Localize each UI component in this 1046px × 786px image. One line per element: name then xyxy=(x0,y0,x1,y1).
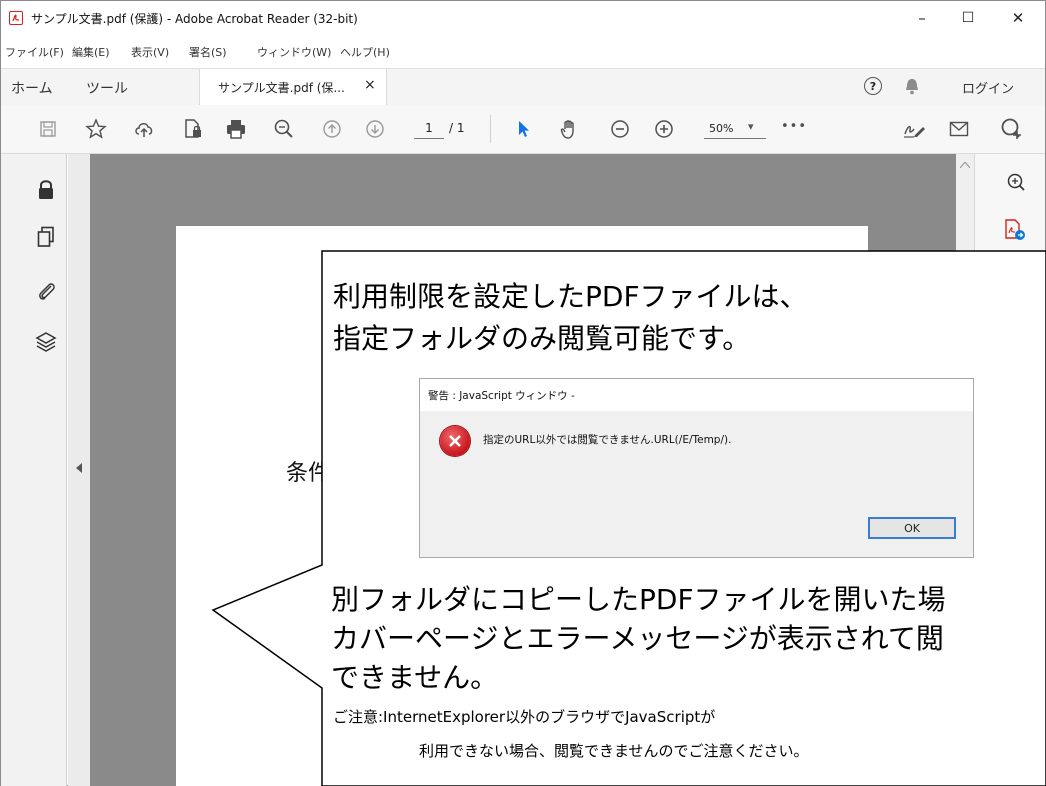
dialog-title: 警告 : JavaScript ウィンドウ - xyxy=(428,390,575,402)
callout-body-line-2: カバーページとエラーメッセージが表示されて閲 xyxy=(331,622,944,655)
callout-body-line-1: 別フォルダにコピーしたPDFファイルを開いた場 xyxy=(331,583,946,616)
javascript-alert-dialog: 警告 : JavaScript ウィンドウ - 指定のURL以外では閲覧できませ… xyxy=(419,378,974,558)
callout-note-line-2: 利用できない場合、閲覧できませんのでご注意ください。 xyxy=(419,742,809,760)
dialog-message: 指定のURL以外では閲覧できません.URL(/E/Temp/). xyxy=(483,434,732,446)
ok-button[interactable]: OK xyxy=(868,517,956,539)
callout-heading-line-2: 指定フォルダのみ閲覧可能です。 xyxy=(333,322,751,355)
error-icon xyxy=(440,426,470,456)
callout-body-line-3: できません。 xyxy=(331,661,499,694)
callout-heading-line-1: 利用制限を設定したPDFファイルは、 xyxy=(333,280,808,313)
callout-note-line-1: ご注意:InternetExplorer以外のブラウザでJavaScriptが xyxy=(333,708,716,726)
